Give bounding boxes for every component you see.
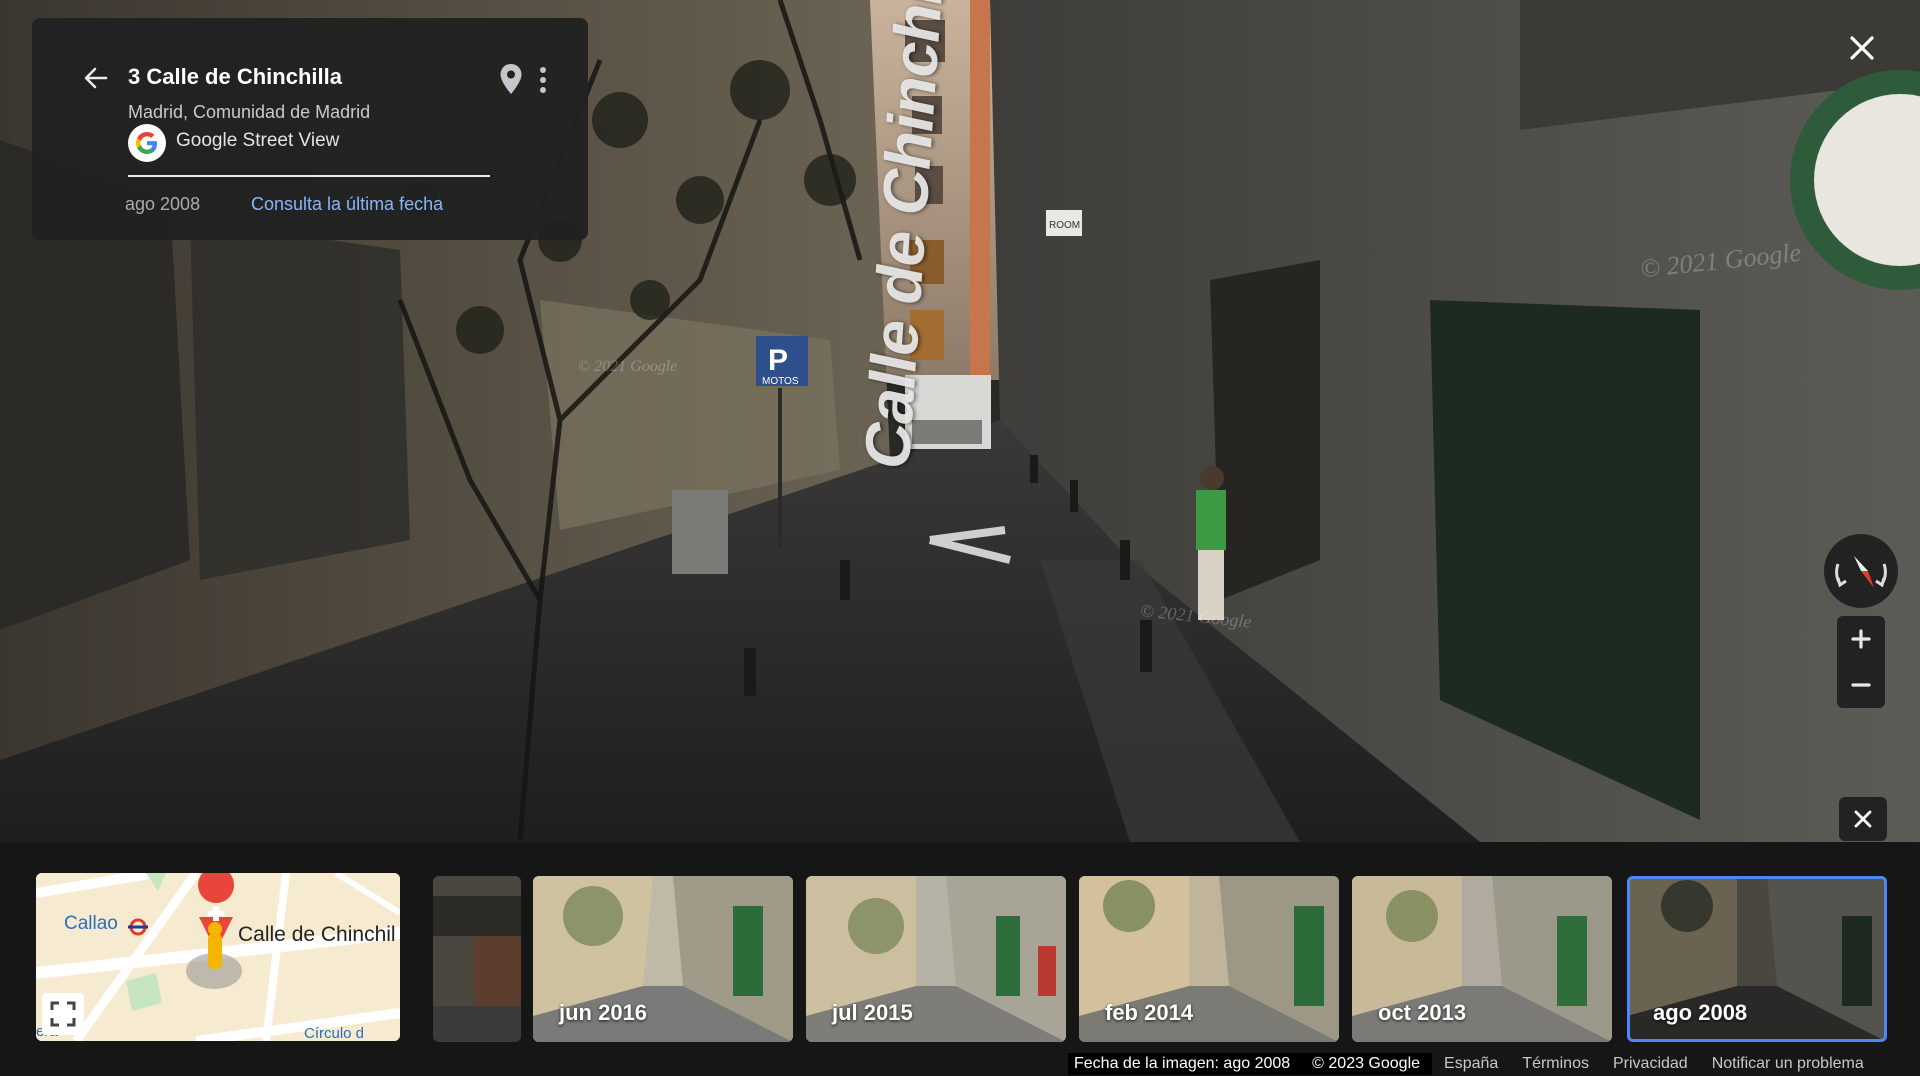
terms-link[interactable]: Términos — [1510, 1053, 1601, 1075]
thumbnail-date: jul 2015 — [832, 1000, 913, 1025]
room-sign-text: ROOM — [1049, 220, 1080, 231]
timeline-thumbnail[interactable]: jul 2015 — [806, 876, 1066, 1042]
parking-sign-letter: P — [768, 344, 788, 377]
copyright: © 2023 Google — [1298, 1053, 1433, 1075]
google-logo-icon — [128, 124, 166, 162]
divider — [128, 175, 490, 177]
place-title: 3 Calle de Chinchilla — [128, 64, 342, 89]
expand-map-button[interactable] — [42, 993, 84, 1035]
timeline-thumbnail[interactable]: oct 2013 — [1352, 876, 1612, 1042]
thumbnail-date: oct 2013 — [1378, 1000, 1467, 1025]
thumbnail-date: ago 2008 — [1653, 1000, 1748, 1025]
thumbnail-date: feb 2014 — [1105, 1000, 1194, 1025]
timeline-thumbnail[interactable]: jun 2016 — [533, 876, 793, 1042]
latest-date-link[interactable]: Consulta la última fecha — [251, 194, 443, 215]
image-date: Fecha de la imagen: ago 2008 — [1068, 1053, 1299, 1075]
zoom-out-button[interactable] — [1837, 662, 1885, 708]
more-options-button[interactable] — [532, 62, 554, 98]
report-problem-link[interactable]: Notificar un problema — [1700, 1053, 1876, 1075]
thumbnail-date: jun 2016 — [559, 1000, 648, 1025]
zoom-in-button[interactable] — [1837, 616, 1885, 662]
parking-sign-text: MOTOS — [762, 376, 799, 387]
minus-icon — [1851, 683, 1871, 687]
map-pin-icon — [500, 64, 522, 94]
thumbnail-image — [433, 876, 521, 1042]
provider-label: Google Street View — [176, 130, 340, 151]
capture-date: ago 2008 — [125, 194, 201, 214]
map-label-station: Callao — [64, 913, 118, 934]
show-on-map-button[interactable] — [498, 62, 524, 96]
place-subtitle: Madrid, Comunidad de Madrid — [128, 102, 371, 122]
back-button[interactable] — [78, 60, 114, 96]
plus-icon — [1851, 629, 1871, 649]
timeline-thumbnail[interactable] — [433, 876, 521, 1042]
more-vert-icon — [540, 67, 546, 93]
country-link[interactable]: España — [1432, 1053, 1510, 1075]
compass-button[interactable] — [1824, 534, 1898, 608]
close-icon — [1850, 36, 1874, 60]
map-label-bottom: Círculo d — [304, 1025, 365, 1041]
close-icon — [1854, 810, 1872, 828]
map-label-street: Calle de Chinchil — [238, 923, 396, 946]
fullscreen-icon — [42, 993, 84, 1035]
mini-map-image — [36, 873, 400, 1041]
privacy-link[interactable]: Privacidad — [1601, 1053, 1700, 1075]
timeline-thumbnail[interactable]: feb 2014 — [1079, 876, 1339, 1042]
zoom-controls — [1837, 616, 1885, 708]
place-info-card: 3 Calle de Chinchilla Madrid, Comunidad … — [32, 18, 588, 240]
arrow-left-icon — [84, 67, 108, 89]
timeline-thumbnail-selected[interactable]: ago 2008 — [1627, 876, 1887, 1042]
close-street-view-button[interactable] — [1842, 28, 1882, 68]
thumbnail-image — [1627, 876, 1887, 1042]
close-timeline-button[interactable] — [1839, 797, 1887, 841]
footer-bar: Fecha de la imagen: ago 2008 © 2023 Goog… — [1068, 1052, 1876, 1076]
mini-map[interactable]: Callao Calle de Chinchil Círculo d era — [36, 873, 400, 1041]
compass-icon — [1835, 556, 1887, 588]
